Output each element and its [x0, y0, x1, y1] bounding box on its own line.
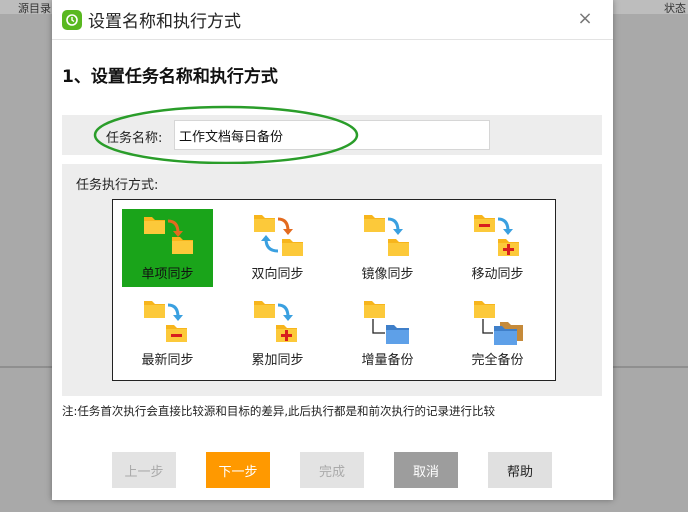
- move-sync-icon: [473, 215, 519, 256]
- background-column-status: 状态: [664, 2, 686, 15]
- cumulative-sync-icon: [253, 301, 297, 342]
- background-column-source: 源目录: [18, 2, 51, 15]
- mode-label-full-backup: 完全备份: [471, 353, 524, 368]
- previous-step-button[interactable]: 上一步: [112, 452, 176, 488]
- mode-tile-latest-sync[interactable]: 最新同步: [122, 295, 213, 373]
- one-way-sync-icon: [143, 217, 193, 254]
- next-step-button[interactable]: 下一步: [206, 452, 270, 488]
- mode-label-two-way-sync: 双向同步: [251, 267, 304, 282]
- mode-tile-full-backup[interactable]: 完全备份: [452, 295, 543, 373]
- execution-mode-label: 任务执行方式:: [76, 178, 159, 193]
- app-logo-icon: [62, 9, 82, 30]
- help-button[interactable]: 帮助: [488, 452, 552, 488]
- mode-label-move-sync: 移动同步: [471, 267, 524, 282]
- mirror-sync-icon: [363, 215, 409, 256]
- mode-tile-move-sync[interactable]: 移动同步: [452, 209, 543, 287]
- task-settings-dialog: 设置名称和执行方式 × 1、设置任务名称和执行方式 任务名称: 任务执行方式: …: [52, 0, 613, 500]
- task-name-label: 任务名称:: [106, 131, 163, 146]
- finish-button[interactable]: 完成: [300, 452, 364, 488]
- incremental-backup-icon: [363, 301, 409, 344]
- mode-tile-incremental-backup[interactable]: 增量备份: [342, 295, 433, 373]
- mode-label-cumulative-sync: 累加同步: [251, 353, 304, 368]
- two-way-sync-icon: [253, 215, 303, 256]
- mode-tile-one-way-sync[interactable]: 单项同步: [122, 209, 213, 287]
- mode-tile-cumulative-sync[interactable]: 累加同步: [232, 295, 323, 373]
- first-run-note: 注:任务首次执行会直接比较源和目标的差异,此后执行都是和前次执行的记录进行比较: [62, 404, 496, 418]
- dialog-titlebar: 设置名称和执行方式: [52, 0, 613, 40]
- task-name-input[interactable]: [174, 120, 490, 150]
- latest-sync-icon: [143, 301, 187, 342]
- mode-label-one-way-sync: 单项同步: [141, 267, 194, 282]
- mode-tile-mirror-sync[interactable]: 镜像同步: [342, 209, 433, 287]
- cancel-button[interactable]: 取消: [394, 452, 458, 488]
- task-name-row: 任务名称:: [62, 115, 602, 155]
- full-backup-icon: [473, 301, 523, 345]
- execution-mode-panel: 任务执行方式: 单项同步 双向同步 镜像同步 移动同步 最新同步 累加同步 增量…: [62, 164, 602, 396]
- mode-label-latest-sync: 最新同步: [141, 353, 194, 368]
- mode-label-incremental-backup: 增量备份: [361, 353, 414, 368]
- step-heading: 1、设置任务名称和执行方式: [62, 67, 278, 87]
- execution-mode-grid: 单项同步 双向同步 镜像同步 移动同步 最新同步 累加同步 增量备份 完全备份: [112, 199, 556, 381]
- mode-label-mirror-sync: 镜像同步: [361, 267, 414, 282]
- mode-tile-two-way-sync[interactable]: 双向同步: [232, 209, 323, 287]
- close-button[interactable]: ×: [577, 10, 593, 28]
- dialog-title: 设置名称和执行方式: [88, 12, 241, 32]
